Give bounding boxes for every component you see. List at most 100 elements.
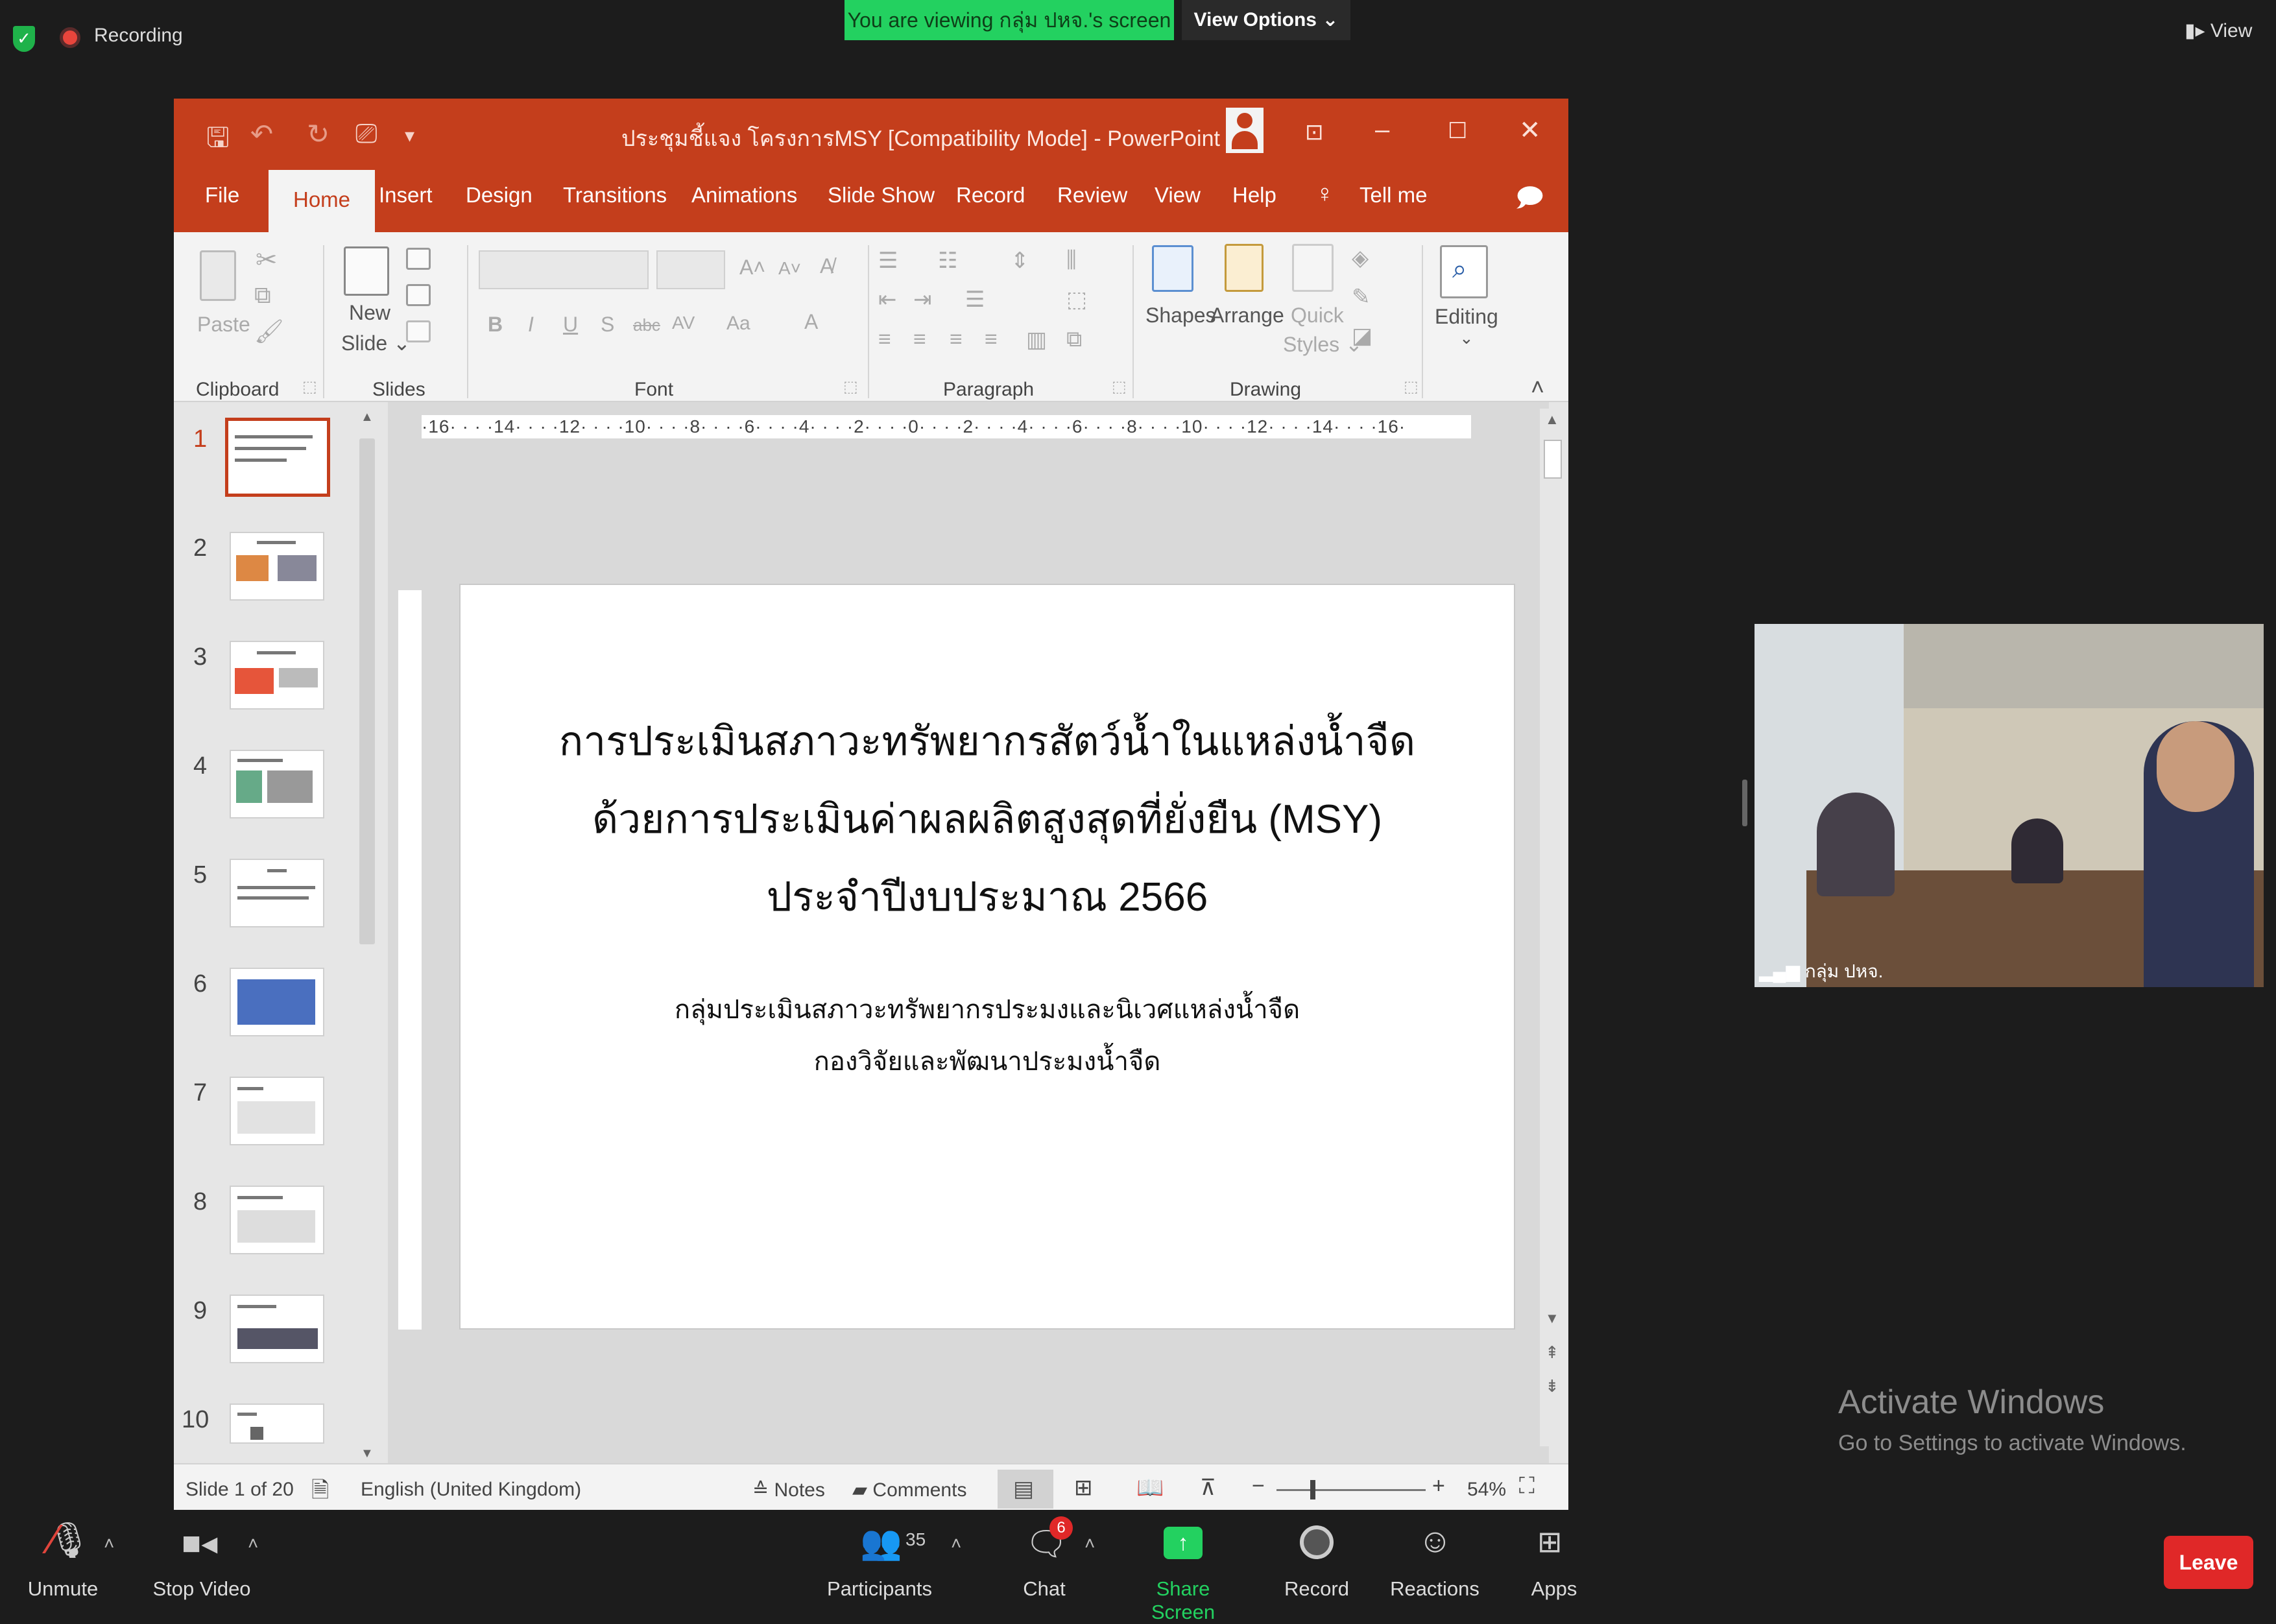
quick-styles-label-1[interactable]: Quick (1291, 304, 1344, 328)
arrange-button[interactable]: Arrange (1210, 304, 1284, 328)
slide-thumbnail-7[interactable] (230, 1077, 324, 1145)
reactions-icon[interactable]: ☺ (1418, 1522, 1452, 1560)
record-icon[interactable] (1300, 1525, 1334, 1559)
scroll-down-icon[interactable]: ▼ (361, 1446, 374, 1461)
shapes-button[interactable]: Shapes (1145, 304, 1216, 328)
participants-options-icon[interactable]: ˄ (951, 1533, 961, 1554)
thumbnail-scrollbar[interactable]: ▲ ▼ (357, 409, 377, 1466)
fit-slide-icon[interactable]: ⛶ (1519, 1474, 1535, 1499)
minimize-icon[interactable]: – (1375, 115, 1389, 145)
security-shield-icon[interactable]: ✓ (13, 26, 35, 52)
editing-dropdown-icon[interactable]: ⌄ (1459, 328, 1474, 348)
cut-icon[interactable]: ✂ (256, 245, 278, 275)
zoom-level[interactable]: 54% (1467, 1479, 1506, 1501)
tab-transitions[interactable]: Transitions (563, 183, 667, 208)
close-icon[interactable]: ✕ (1519, 115, 1541, 145)
scroll-up-icon[interactable]: ▲ (361, 410, 374, 425)
leave-button[interactable]: Leave (2164, 1536, 2253, 1589)
slide-title-line-1[interactable]: การประเมินสภาวะทรัพยากรสัตว์น้ำในแหล่งน้… (461, 710, 1514, 773)
new-slide-label-1[interactable]: New (349, 301, 390, 325)
justify-icon[interactable]: ≡ (985, 327, 998, 352)
slide-title-line-2[interactable]: ด้วยการประเมินค่าผลผลิตสูงสุดที่ยั่งยืน … (461, 787, 1514, 851)
present-from-start-icon[interactable]: ⎚ (355, 118, 377, 150)
decrease-font-icon[interactable]: A˅ (778, 258, 801, 279)
tab-view[interactable]: View (1155, 183, 1201, 208)
slide-sorter-icon[interactable]: ⊞ (1074, 1475, 1093, 1501)
stop-video-button[interactable]: Stop Video (143, 1577, 260, 1601)
slide-thumbnail-6[interactable] (230, 968, 324, 1036)
layout-icon[interactable] (406, 248, 431, 270)
slide-thumbnail-5[interactable] (230, 859, 324, 927)
slide-title-line-3[interactable]: ประจำปีงบประมาณ 2566 (461, 865, 1514, 929)
align-center-icon[interactable]: ≡ (913, 327, 926, 352)
tab-help[interactable]: Help (1232, 183, 1276, 208)
tab-slide-show[interactable]: Slide Show (828, 183, 935, 208)
bullets-icon[interactable]: ☰ (878, 248, 898, 274)
thumbnail-scroll-thumb[interactable] (359, 438, 375, 944)
participant-video[interactable] (1755, 624, 2264, 987)
columns-icon[interactable]: ☰ (965, 287, 985, 313)
tab-animations[interactable]: Animations (691, 183, 797, 208)
paragraph-launcher-icon[interactable]: ⬚ (1112, 377, 1127, 396)
zoom-out-icon[interactable]: − (1252, 1474, 1265, 1499)
undo-icon[interactable]: ↶ (250, 118, 273, 150)
clipboard-launcher-icon[interactable]: ⬚ (302, 377, 317, 396)
shapes-icon[interactable] (1152, 245, 1193, 292)
record-button[interactable]: Record (1258, 1577, 1375, 1601)
slide-thumbnail-3[interactable] (230, 641, 324, 710)
slide-thumbnail-10[interactable] (230, 1403, 324, 1444)
tab-file[interactable]: File (205, 183, 239, 208)
slide-thumbnail-4[interactable] (230, 750, 324, 818)
unmute-button[interactable]: Unmute (5, 1577, 121, 1601)
tell-me-search[interactable]: Tell me (1360, 183, 1428, 208)
text-direction-icon[interactable]: ⫼ (1066, 248, 1077, 273)
comments-pane-icon[interactable]: 🗩 (1515, 179, 1544, 223)
reading-view-icon[interactable]: 📖 (1136, 1475, 1164, 1501)
new-slide-icon[interactable] (344, 246, 389, 296)
previous-slide-icon[interactable]: ⇞ (1545, 1343, 1559, 1363)
clear-formatting-icon[interactable]: A̸ (820, 254, 833, 278)
paste-icon[interactable] (200, 250, 236, 301)
bold-icon[interactable]: B (488, 313, 503, 337)
customize-toolbar-icon[interactable]: ▾ (405, 125, 414, 147)
scroll-down-icon[interactable]: ▼ (1545, 1310, 1559, 1327)
quick-styles-icon[interactable] (1292, 244, 1334, 292)
comments-button[interactable]: ▰ Comments (852, 1479, 966, 1501)
chat-button[interactable]: Chat (986, 1577, 1103, 1601)
notes-button[interactable]: ≙ Notes (752, 1479, 825, 1501)
font-name-box[interactable] (479, 250, 649, 289)
slide-scrollbar[interactable]: ▲ ▼ ⇞ ⇟ (1540, 409, 1566, 1446)
audio-options-icon[interactable]: ˄ (104, 1533, 114, 1554)
italic-icon[interactable]: I (528, 313, 534, 337)
font-size-box[interactable] (656, 250, 725, 289)
share-screen-button[interactable]: Share Screen (1125, 1577, 1241, 1624)
ribbon-display-icon[interactable]: ⊡ (1305, 119, 1324, 145)
smartart-icon[interactable]: ⧉ (1066, 327, 1082, 352)
shape-effects-icon[interactable]: ◪ (1352, 323, 1372, 349)
slide-thumbnail-2[interactable] (230, 532, 324, 601)
slide-canvas[interactable]: การประเมินสภาวะทรัพยากรสัตว์น้ำในแหล่งน้… (459, 584, 1515, 1330)
save-icon[interactable]: 🖫 (206, 118, 230, 164)
strikethrough-icon[interactable]: abc (633, 315, 660, 335)
scroll-up-icon[interactable]: ▲ (1545, 411, 1559, 428)
editing-icon[interactable]: ⌕ (1440, 245, 1488, 298)
redo-icon[interactable]: ↻ (307, 118, 329, 150)
arrange-icon[interactable] (1225, 244, 1264, 292)
zoom-slider[interactable] (1276, 1489, 1426, 1491)
panel-resize-handle[interactable] (1742, 780, 1747, 826)
participants-icon[interactable]: 👥 (860, 1523, 902, 1562)
align-left-icon[interactable]: ≡ (878, 327, 891, 352)
reactions-button[interactable]: Reactions (1376, 1577, 1493, 1601)
shape-outline-icon[interactable]: ✎ (1352, 284, 1371, 310)
align-text-icon[interactable]: ⬚ (1066, 287, 1087, 313)
slideshow-view-icon[interactable]: ⊼ (1200, 1475, 1216, 1501)
chat-options-icon[interactable]: ˄ (1084, 1533, 1095, 1554)
slide-scroll-thumb[interactable] (1544, 440, 1562, 479)
distributed-icon[interactable]: ▥ (1026, 327, 1047, 353)
next-slide-icon[interactable]: ⇟ (1545, 1376, 1559, 1396)
decrease-indent-icon[interactable]: ⇤ (878, 287, 897, 313)
reset-icon[interactable] (406, 284, 431, 306)
slide-thumbnail-1[interactable] (225, 418, 330, 497)
tab-home[interactable]: Home (269, 170, 375, 232)
video-camera-icon[interactable]: ■◂ (182, 1524, 217, 1562)
